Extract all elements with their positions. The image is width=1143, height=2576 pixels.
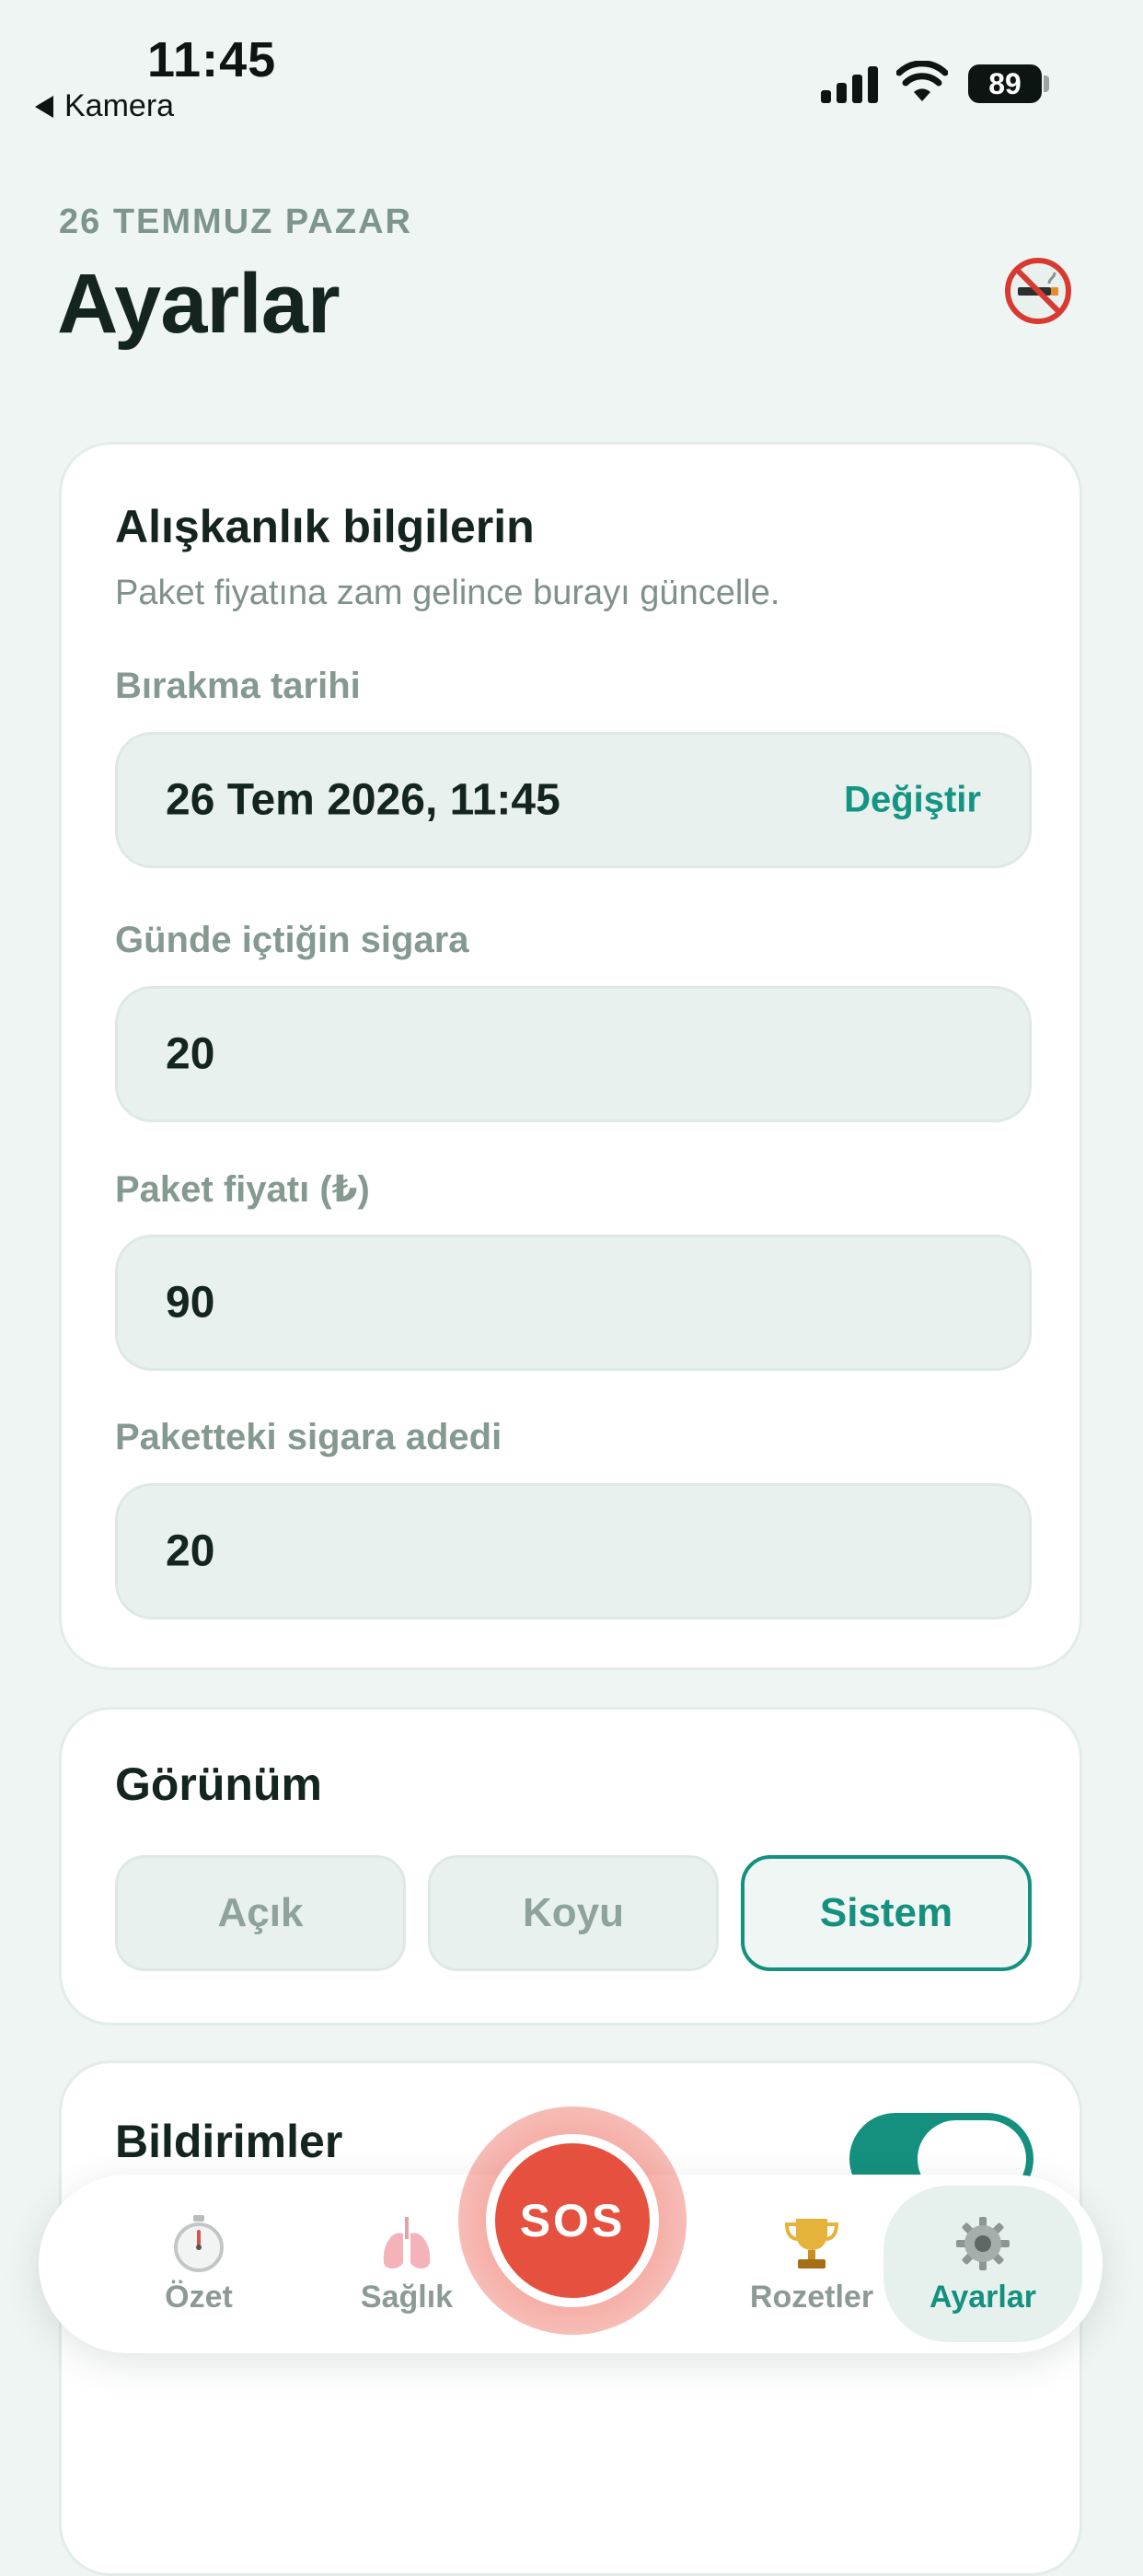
cellular-signal-icon: [821, 64, 880, 103]
pack-price-label: Paket fiyatı (₺): [115, 1169, 370, 1210]
pack-count-value: 20: [166, 1526, 215, 1576]
no-smoking-icon: [1005, 258, 1071, 324]
back-triangle-icon: [35, 95, 53, 118]
quit-date-field[interactable]: 26 Tem 2026, 11:45 Değiştir: [115, 732, 1032, 868]
lungs-icon: [383, 2216, 431, 2269]
theme-light-button[interactable]: Açık: [115, 1855, 406, 1971]
status-time: 11:45: [147, 32, 277, 87]
daily-cigarettes-label: Günde içtiğin sigara: [115, 920, 469, 960]
notifications-title: Bildirimler: [115, 2116, 343, 2167]
tab-settings[interactable]: Ayarlar: [883, 2186, 1082, 2342]
pack-count-label: Paketteki sigara adedi: [115, 1417, 502, 1457]
gear-icon: [956, 2216, 1010, 2270]
battery-cap: [1044, 75, 1049, 92]
date-label: 26 TEMMUZ PAZAR: [59, 203, 412, 241]
wifi-icon: [896, 61, 948, 101]
daily-cigarettes-value: 20: [166, 1029, 215, 1079]
page-title: Ayarlar: [57, 257, 341, 351]
status-bar: 11:45 Kamera 89: [0, 0, 1143, 138]
appearance-title: Görünüm: [115, 1758, 322, 1810]
sos-button[interactable]: SOS: [495, 2143, 650, 2298]
habits-card: Alışkanlık bilgilerin Paket fiyatına zam…: [59, 442, 1082, 1670]
appearance-card: Görünüm Açık Koyu Sistem: [59, 1707, 1082, 2025]
daily-cigarettes-input[interactable]: 20: [115, 986, 1032, 1122]
tab-summary-label: Özet: [165, 2279, 233, 2315]
tab-health-label: Sağlık: [360, 2279, 454, 2315]
tab-settings-label: Ayarlar: [929, 2279, 1036, 2315]
pack-price-value: 90: [166, 1278, 215, 1328]
battery-icon: 89: [968, 64, 1042, 103]
quit-date-value: 26 Tem 2026, 11:45: [166, 775, 560, 825]
change-date-button[interactable]: Değiştir: [844, 780, 981, 821]
tab-badges[interactable]: Rozetler: [712, 2186, 911, 2342]
habits-title: Alışkanlık bilgilerin: [115, 501, 535, 552]
back-label: Kamera: [64, 88, 175, 123]
theme-dark-button[interactable]: Koyu: [428, 1855, 719, 1971]
pack-count-input[interactable]: 20: [115, 1483, 1032, 1619]
tab-badges-label: Rozetler: [749, 2279, 874, 2315]
stopwatch-icon: [174, 2214, 224, 2272]
theme-system-button[interactable]: Sistem: [741, 1855, 1032, 1971]
trophy-icon: [784, 2218, 839, 2269]
pack-price-input[interactable]: 90: [115, 1235, 1032, 1371]
habits-subtitle: Paket fiyatına zam gelince burayı güncel…: [115, 574, 780, 612]
back-to-camera-link[interactable]: Kamera: [35, 88, 174, 124]
tab-summary[interactable]: Özet: [99, 2186, 298, 2342]
quit-date-label: Bırakma tarihi: [115, 666, 361, 706]
